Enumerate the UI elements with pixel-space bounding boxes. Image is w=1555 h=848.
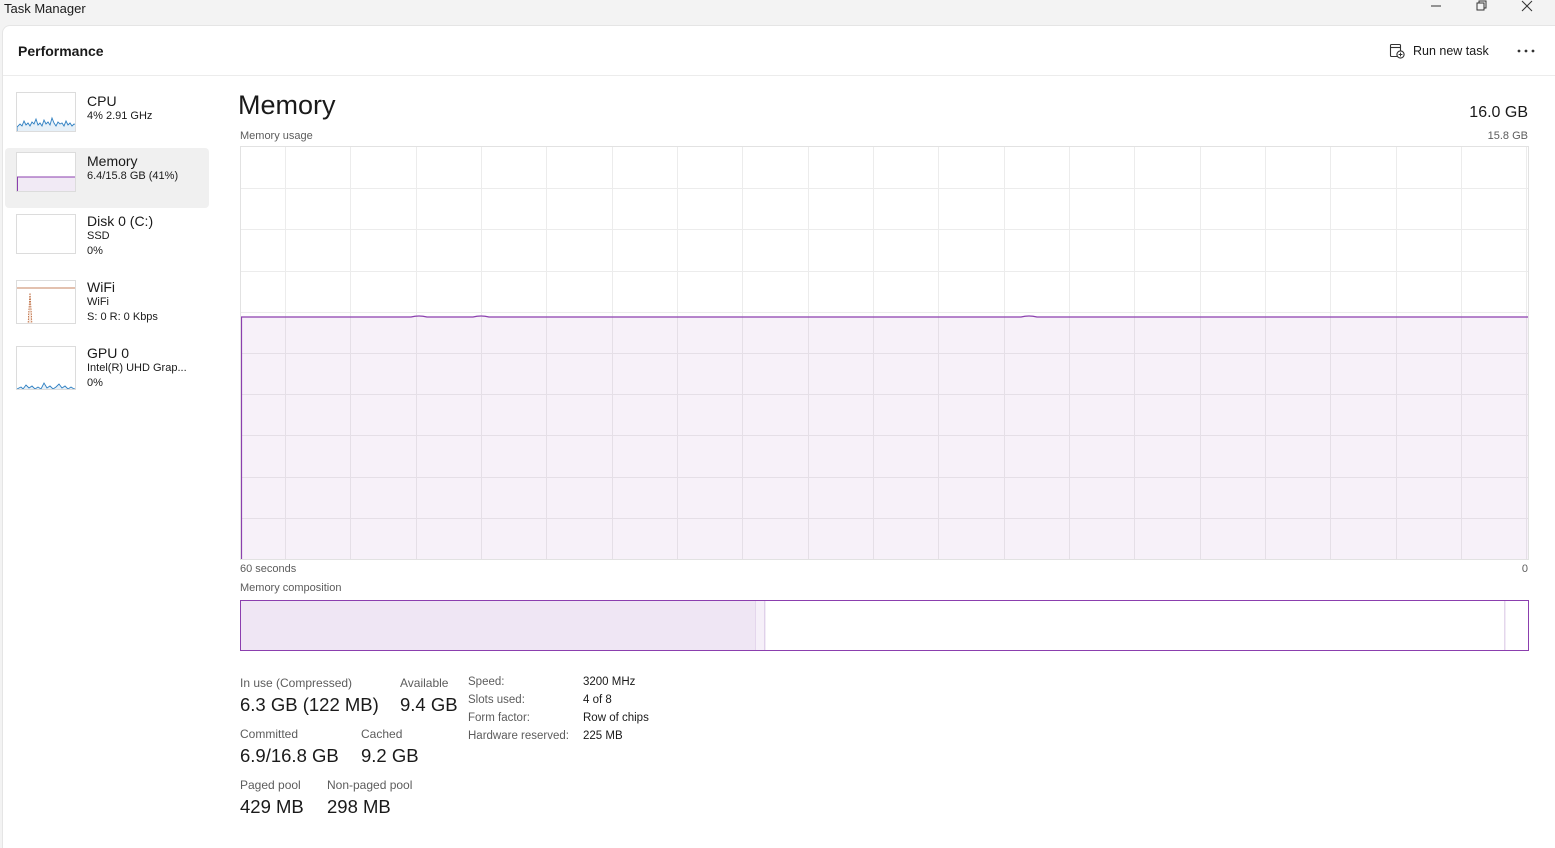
sidebar-item-gpu[interactable]: GPU 0 Intel(R) UHD Grap... 0% [5, 340, 209, 400]
sidebar-item-disk[interactable]: Disk 0 (C:) SSD 0% [5, 208, 209, 268]
page-title: Performance [18, 43, 104, 59]
close-icon [1521, 0, 1533, 12]
main-panel: Performance Run new task CPU 4% 2.91 GHz… [2, 25, 1555, 848]
memory-usage-graph [240, 146, 1529, 560]
sidebar-item-wifi[interactable]: WiFi WiFi S: 0 R: 0 Kbps [5, 274, 209, 334]
minimize-button[interactable] [1413, 0, 1459, 18]
maximize-button[interactable] [1458, 0, 1504, 18]
sidebar-item-detail-2: 0% [87, 245, 103, 257]
run-task-icon [1389, 43, 1405, 59]
sidebar-item-detail: 6.4/15.8 GB (41%) [87, 170, 179, 182]
time-span-label: 60 seconds [240, 563, 297, 575]
memory-thumbnail-graph [16, 152, 76, 192]
sidebar-item-name: GPU 0 [87, 345, 130, 361]
in-use-value: 6.3 GB (122 MB) [240, 694, 379, 715]
gpu-thumbnail-graph [16, 346, 76, 390]
run-new-task-button[interactable]: Run new task [1389, 40, 1489, 62]
more-icon [1517, 49, 1535, 53]
sidebar-item-name: CPU [87, 93, 117, 109]
speed-key: Speed: [468, 676, 505, 688]
memory-usage-line [241, 315, 1528, 318]
sidebar-item-name: WiFi [87, 279, 115, 295]
sidebar-item-detail-2: S: 0 R: 0 Kbps [87, 311, 158, 323]
in-use-label: In use (Compressed) [240, 676, 353, 690]
sidebar-item-detail: Intel(R) UHD Grap... [87, 362, 187, 374]
paged-pool-value: 429 MB [240, 796, 304, 817]
sidebar-item-detail-2: 0% [87, 377, 103, 389]
committed-label: Committed [240, 727, 299, 741]
non-paged-pool-label: Non-paged pool [327, 778, 413, 792]
memory-total: 16.0 GB [1469, 104, 1528, 121]
memory-usage-max: 15.8 GB [1487, 130, 1528, 142]
sidebar-item-detail: WiFi [87, 296, 109, 308]
run-new-task-label: Run new task [1413, 44, 1489, 58]
memory-composition-label: Memory composition [240, 582, 342, 594]
slots-used-value: 4 of 8 [583, 694, 612, 706]
time-end-label: 0 [1521, 563, 1528, 575]
memory-composition-bar [240, 600, 1529, 651]
non-paged-pool-value: 298 MB [327, 796, 391, 817]
minimize-icon [1431, 5, 1441, 7]
composition-in-use [241, 601, 756, 650]
paged-pool-label: Paged pool [240, 778, 301, 792]
available-label: Available [400, 676, 449, 690]
available-value: 9.4 GB [400, 694, 458, 715]
cpu-thumbnail-graph [16, 92, 76, 132]
sidebar-item-name: Disk 0 (C:) [87, 213, 154, 229]
memory-usage-area [241, 317, 1528, 559]
disk-thumbnail-graph [16, 214, 76, 254]
cached-value: 9.2 GB [361, 745, 419, 766]
memory-title: Memory [238, 90, 336, 120]
composition-modified [755, 601, 765, 650]
restore-icon [1476, 0, 1487, 11]
title-bar: Task Manager [0, 0, 1555, 24]
sidebar-item-detail: 4% 2.91 GHz [87, 110, 153, 122]
sidebar-item-detail: SSD [87, 230, 110, 242]
more-options-button[interactable] [1511, 38, 1541, 64]
slots-used-key: Slots used: [468, 694, 525, 706]
speed-value: 3200 MHz [583, 676, 636, 688]
cached-label: Cached [361, 727, 403, 741]
hardware-reserved-value: 225 MB [583, 730, 623, 742]
page-header: Performance Run new task [3, 26, 1555, 76]
form-factor-key: Form factor: [468, 712, 530, 724]
sidebar-item-name: Memory [87, 153, 138, 169]
memory-usage-label: Memory usage [240, 130, 313, 142]
committed-value: 6.9/16.8 GB [240, 745, 339, 766]
close-button[interactable] [1504, 0, 1550, 18]
sidebar-item-cpu[interactable]: CPU 4% 2.91 GHz [5, 88, 209, 148]
sidebar-item-memory[interactable]: Memory 6.4/15.8 GB (41%) [5, 148, 209, 208]
app-title: Task Manager [4, 1, 86, 16]
form-factor-value: Row of chips [583, 712, 649, 724]
hardware-reserved-key: Hardware reserved: [468, 730, 569, 742]
wifi-thumbnail-graph [16, 280, 76, 324]
